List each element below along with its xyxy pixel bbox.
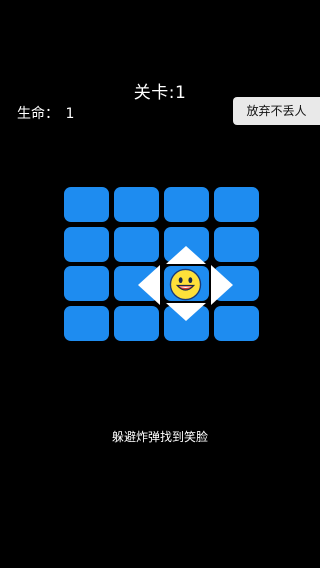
- grid-tile[interactable]: [114, 187, 159, 222]
- grid-tile[interactable]: [214, 305, 259, 341]
- grid-tile[interactable]: [164, 187, 209, 222]
- arrow-left-icon[interactable]: [138, 265, 160, 305]
- grid-tile[interactable]: [214, 226, 259, 262]
- grid-tile[interactable]: [114, 305, 159, 341]
- arrow-right-icon[interactable]: [211, 265, 233, 305]
- lives-display: 生命： 1: [17, 103, 74, 123]
- give-up-button[interactable]: 放弃不丢人: [233, 97, 320, 125]
- smiley-face-icon[interactable]: [169, 268, 202, 301]
- grid-tile[interactable]: [214, 187, 259, 222]
- arrow-up-icon[interactable]: [166, 246, 206, 264]
- grid-tile[interactable]: [64, 305, 109, 341]
- grid-tile[interactable]: [114, 226, 159, 262]
- arrow-down-icon[interactable]: [166, 303, 206, 321]
- lives-value: 1: [65, 106, 75, 122]
- grid-tile[interactable]: [64, 226, 109, 262]
- game-board: [64, 187, 259, 341]
- hint-text: 躲避炸弹找到笑脸: [111, 430, 208, 444]
- grid-tile[interactable]: [64, 187, 109, 222]
- grid-tile[interactable]: [64, 266, 109, 301]
- lives-label: 生命：: [17, 106, 59, 122]
